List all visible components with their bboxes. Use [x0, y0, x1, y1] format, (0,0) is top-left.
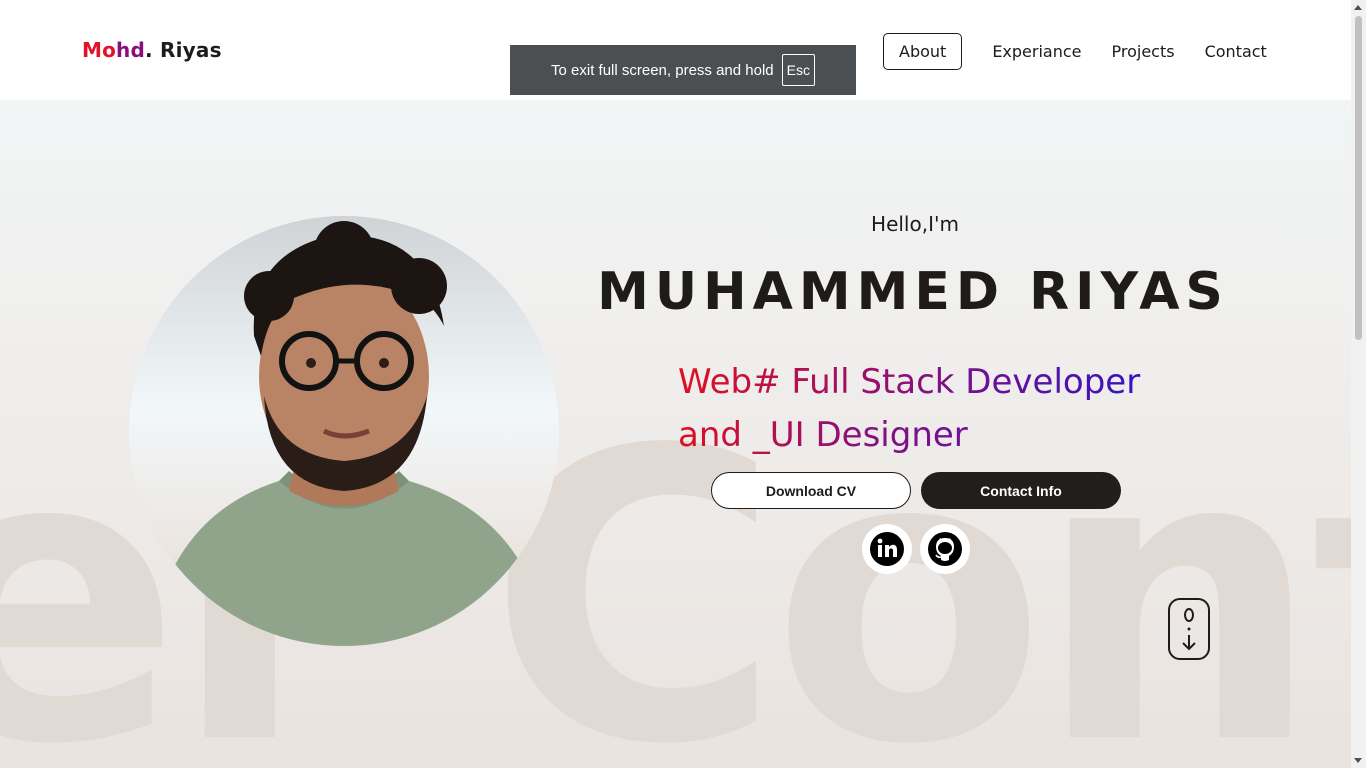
nav-item-experiance[interactable]: Experiance: [992, 42, 1081, 61]
esc-key-badge: Esc: [781, 54, 815, 86]
scroll-up-arrow-icon[interactable]: [1354, 5, 1362, 10]
github-link[interactable]: [920, 524, 970, 574]
main-nav: About Experiance Projects Contact: [883, 33, 1297, 70]
logo-part-2: hd: [116, 38, 146, 62]
linkedin-icon: [870, 532, 904, 566]
nav-item-about[interactable]: About: [883, 33, 963, 70]
role-title: Web# Full Stack Developer and _UI Design…: [678, 356, 1198, 462]
logo-part-1: Mo: [82, 38, 117, 62]
profile-photo-illustration: [129, 216, 559, 646]
download-cv-button[interactable]: Download CV: [711, 472, 911, 509]
role-line-1: Web# Full Stack Developer: [678, 356, 1198, 409]
toast-message: To exit full screen, press and hold: [551, 61, 774, 79]
nav-item-contact[interactable]: Contact: [1205, 42, 1267, 61]
linkedin-link[interactable]: [862, 524, 912, 574]
contact-info-button[interactable]: Contact Info: [921, 472, 1121, 509]
hero-name: MUHAMMED RIYAS: [597, 262, 1229, 322]
scroll-down-indicator[interactable]: [1168, 598, 1210, 660]
greeting-text: Hello,I'm: [871, 212, 959, 236]
page-scrollbar[interactable]: [1351, 0, 1366, 768]
profile-photo: [129, 216, 559, 646]
nav-item-projects[interactable]: Projects: [1112, 42, 1175, 61]
scroll-down-arrow-icon[interactable]: [1354, 758, 1362, 763]
logo-part-3: . Riyas: [145, 38, 222, 62]
github-icon: [928, 532, 962, 566]
site-logo[interactable]: Mohd. Riyas: [82, 38, 222, 62]
fullscreen-exit-toast: To exit full screen, press and hold Esc: [510, 45, 856, 95]
role-line-2: and _UI Designer: [678, 409, 1198, 462]
scrollbar-thumb[interactable]: [1355, 16, 1362, 340]
scroll-mouse-icon: [1182, 608, 1196, 651]
